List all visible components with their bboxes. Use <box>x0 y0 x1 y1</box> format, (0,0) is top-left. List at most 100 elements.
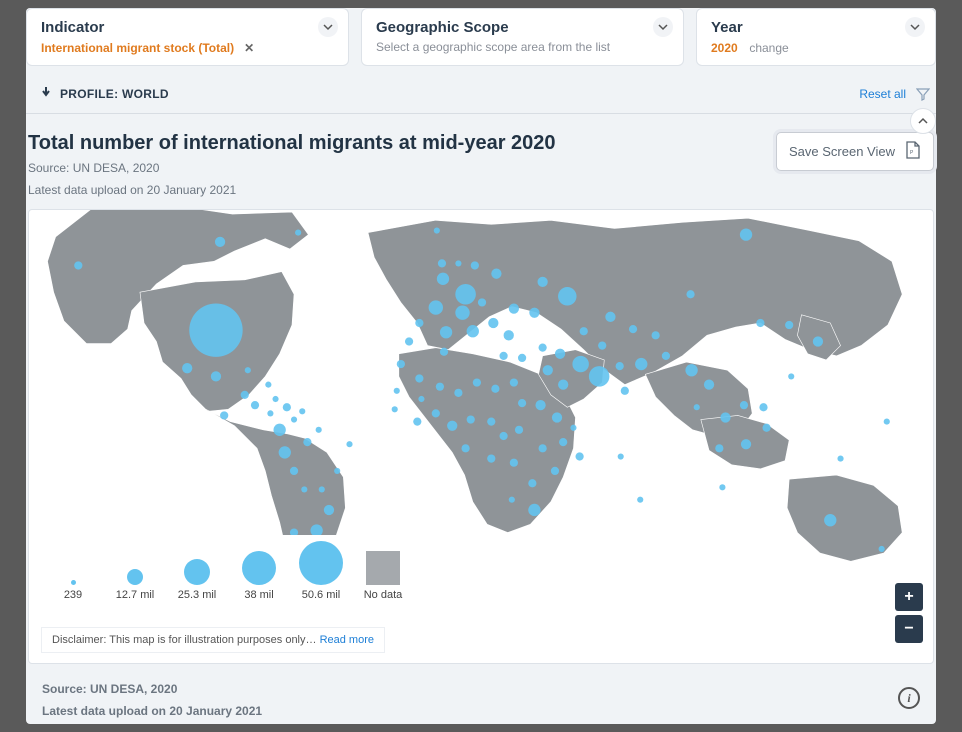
map-bubble[interactable] <box>267 410 273 416</box>
map-bubble[interactable] <box>762 424 770 432</box>
map-bubble[interactable] <box>559 438 567 446</box>
map-bubble[interactable] <box>454 389 462 397</box>
map-bubble[interactable] <box>440 348 448 356</box>
map-bubble[interactable] <box>241 391 249 399</box>
map-bubble[interactable] <box>346 441 352 447</box>
chevron-down-icon[interactable] <box>905 17 925 37</box>
map-bubble[interactable] <box>251 401 259 409</box>
indicator-filter[interactable]: Indicator International migrant stock (T… <box>26 8 349 66</box>
chevron-down-icon[interactable] <box>318 17 338 37</box>
map-bubble[interactable] <box>245 367 251 373</box>
map-bubble[interactable] <box>434 227 440 233</box>
map-bubble[interactable] <box>558 379 568 389</box>
map-bubble[interactable] <box>334 468 340 474</box>
map-bubble[interactable] <box>580 327 588 335</box>
map-bubble[interactable] <box>616 362 624 370</box>
info-icon[interactable]: i <box>898 687 920 709</box>
reset-all-link[interactable]: Reset all <box>859 87 906 101</box>
map-bubble[interactable] <box>283 403 291 411</box>
map-bubble[interactable] <box>589 366 610 387</box>
map-bubble[interactable] <box>394 388 400 394</box>
map-bubble[interactable] <box>272 396 278 402</box>
map-bubble[interactable] <box>438 259 446 267</box>
map-bubble[interactable] <box>295 230 301 236</box>
map-bubble[interactable] <box>290 467 298 475</box>
zoom-in-button[interactable]: + <box>895 583 923 611</box>
map-bubble[interactable] <box>279 446 291 458</box>
map-bubble[interactable] <box>437 273 449 285</box>
map-bubble[interactable] <box>189 303 242 356</box>
map-bubble[interactable] <box>182 363 192 373</box>
map-bubble[interactable] <box>319 486 325 492</box>
map-bubble[interactable] <box>572 356 588 372</box>
map-bubble[interactable] <box>740 401 748 409</box>
map-bubble[interactable] <box>788 373 794 379</box>
map-bubble[interactable] <box>415 374 423 382</box>
map-bubble[interactable] <box>605 312 615 322</box>
map-bubble[interactable] <box>447 421 457 431</box>
map-bubble[interactable] <box>637 497 643 503</box>
map-bubble[interactable] <box>518 399 526 407</box>
map-bubble[interactable] <box>570 425 576 431</box>
map-bubble[interactable] <box>510 378 518 386</box>
map-bubble[interactable] <box>837 456 843 462</box>
map-bubble[interactable] <box>629 325 637 333</box>
map-bubble[interactable] <box>555 349 565 359</box>
map-bubble[interactable] <box>487 454 495 462</box>
world-map[interactable]: 23912.7 mil25.3 mil38 mil50.6 milNo data… <box>28 209 934 664</box>
map-bubble[interactable] <box>509 303 519 313</box>
map-bubble[interactable] <box>719 484 725 490</box>
map-bubble[interactable] <box>759 403 767 411</box>
map-bubble[interactable] <box>694 404 700 410</box>
map-bubble[interactable] <box>265 382 271 388</box>
map-bubble[interactable] <box>487 417 495 425</box>
map-bubble[interactable] <box>576 452 584 460</box>
map-bubble[interactable] <box>824 514 836 526</box>
map-bubble[interactable] <box>301 486 307 492</box>
map-bubble[interactable] <box>299 408 305 414</box>
map-bubble[interactable] <box>211 371 221 381</box>
map-bubble[interactable] <box>785 321 793 329</box>
map-bubble[interactable] <box>436 383 444 391</box>
map-bubble[interactable] <box>405 337 413 345</box>
map-bubble[interactable] <box>488 318 498 328</box>
close-icon[interactable]: ✕ <box>242 41 256 55</box>
map-bubble[interactable] <box>756 319 764 327</box>
map-bubble[interactable] <box>510 459 518 467</box>
save-screen-view-button[interactable]: Save Screen View P <box>776 132 934 171</box>
map-bubble[interactable] <box>528 504 540 516</box>
map-bubble[interactable] <box>635 358 647 370</box>
map-bubble[interactable] <box>652 331 660 339</box>
map-bubble[interactable] <box>504 330 514 340</box>
map-bubble[interactable] <box>455 260 461 266</box>
map-bubble[interactable] <box>324 505 334 515</box>
map-bubble[interactable] <box>499 352 507 360</box>
collapse-panel-button[interactable] <box>910 108 936 134</box>
map-bubble[interactable] <box>467 325 479 337</box>
map-bubble[interactable] <box>291 416 297 422</box>
map-bubble[interactable] <box>720 412 730 422</box>
map-bubble[interactable] <box>455 306 469 320</box>
map-bubble[interactable] <box>740 228 752 240</box>
map-bubble[interactable] <box>518 354 526 362</box>
year-change-link[interactable]: change <box>749 41 788 55</box>
map-bubble[interactable] <box>418 396 424 402</box>
map-bubble[interactable] <box>558 287 576 305</box>
map-bubble[interactable] <box>478 298 486 306</box>
geographic-scope-filter[interactable]: Geographic Scope Select a geographic sco… <box>361 8 684 66</box>
disclaimer-read-more[interactable]: Read more <box>320 634 374 646</box>
map-bubble[interactable] <box>303 438 311 446</box>
map-bubble[interactable] <box>499 432 507 440</box>
map-bubble[interactable] <box>215 237 225 247</box>
map-bubble[interactable] <box>715 444 723 452</box>
map-bubble[interactable] <box>535 400 545 410</box>
map-bubble[interactable] <box>529 308 539 318</box>
map-bubble[interactable] <box>392 406 398 412</box>
map-bubble[interactable] <box>473 378 481 386</box>
map-bubble[interactable] <box>461 444 469 452</box>
map-bubble[interactable] <box>543 365 553 375</box>
filter-icon[interactable] <box>914 85 932 103</box>
map-bubble[interactable] <box>551 467 559 475</box>
chevron-down-icon[interactable] <box>653 17 673 37</box>
map-bubble[interactable] <box>509 497 515 503</box>
